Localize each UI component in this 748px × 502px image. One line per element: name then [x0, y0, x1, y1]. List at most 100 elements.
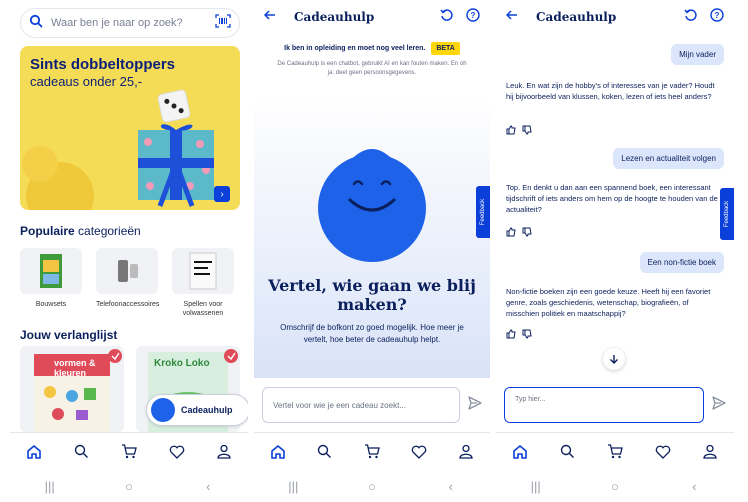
cart-icon[interactable]: [116, 439, 142, 465]
thumbs-up-icon[interactable]: [506, 122, 516, 140]
promo-banner[interactable]: Sints dobbeltoppers cadeaus onder 25,- ›: [20, 46, 240, 210]
search-icon[interactable]: [554, 439, 580, 465]
chat-input-row: Vertel voor wie je een cadeau zoekt...: [262, 386, 482, 424]
user-icon[interactable]: [697, 439, 723, 465]
promo-next-button[interactable]: ›: [214, 186, 230, 202]
back-chevron-icon[interactable]: ‹: [436, 479, 466, 494]
back-arrow-icon[interactable]: [505, 8, 518, 26]
chat-conversation-screen: Cadeauhulp ? Mijn vader Leuk. En wat zij…: [496, 0, 734, 502]
home-circle-icon[interactable]: ○: [357, 479, 387, 494]
cart-icon[interactable]: [602, 439, 628, 465]
help-icon[interactable]: ?: [466, 7, 480, 27]
back-chevron-icon[interactable]: ‹: [193, 479, 223, 494]
thumbs-up-icon[interactable]: [506, 224, 516, 242]
message-feedback: [506, 224, 532, 242]
svg-text:?: ?: [471, 11, 476, 20]
beta-notice: Ik ben in opleiding en moet nog veel ler…: [254, 42, 490, 55]
promo-illustration: [22, 89, 214, 210]
bot-message: Non-fictie boeken zijn een goede keuze. …: [506, 287, 711, 318]
bottom-nav: [10, 432, 248, 470]
search-bar[interactable]: Waar ben je naar op zoek?: [20, 8, 240, 38]
search-icon: [29, 14, 43, 33]
wishlist-item-name: Kroko Loko: [154, 358, 210, 369]
search-input[interactable]: Waar ben je naar op zoek?: [51, 17, 207, 29]
category-image: [172, 248, 234, 294]
hero: Vertel, wie gaan we blij maken? Omschrij…: [254, 96, 490, 378]
recents-icon[interactable]: |||: [521, 479, 551, 494]
recents-icon[interactable]: |||: [35, 479, 65, 494]
category-image: [96, 248, 158, 294]
search-icon[interactable]: [312, 439, 338, 465]
send-icon[interactable]: [468, 395, 482, 415]
cadeauhulp-avatar-icon: [151, 398, 175, 422]
beta-badge: BETA: [431, 42, 460, 55]
bot-message: Top. En denkt u dan aan een spannend boe…: [506, 183, 718, 214]
heart-icon[interactable]: [650, 439, 676, 465]
help-icon[interactable]: ?: [710, 7, 724, 27]
user-icon[interactable]: [211, 439, 237, 465]
bottom-nav: [496, 432, 734, 470]
svg-text:?: ?: [715, 11, 720, 20]
arrow-down-icon: [610, 355, 618, 364]
home-icon[interactable]: [265, 439, 291, 465]
hero-text: Omschrijf de bofkont zo goed mogelijk. H…: [280, 323, 464, 344]
search-icon[interactable]: [68, 439, 94, 465]
feedback-tab[interactable]: Feedback: [720, 188, 734, 240]
thumbs-up-icon[interactable]: [506, 326, 516, 344]
reset-icon[interactable]: [684, 8, 698, 27]
user-message: Een non-fictie boek: [639, 252, 724, 273]
wishlist-item[interactable]: vormen & kleuren: [20, 346, 124, 432]
category-label: Spellen voor volwassenen: [182, 301, 224, 317]
system-nav: ||| ○ ‹: [10, 470, 248, 502]
hero-title: Vertel, wie gaan we blij maken?: [268, 276, 476, 314]
recents-icon[interactable]: |||: [278, 479, 308, 494]
chat-input[interactable]: Typ hier...: [504, 387, 704, 423]
system-nav: ||| ○ ‹: [496, 470, 734, 502]
feedback-tab[interactable]: Feedback: [476, 186, 490, 238]
home-circle-icon[interactable]: ○: [114, 479, 144, 494]
wishlist-title: Jouw verlanglijst: [20, 328, 118, 342]
category-label: Telefoonaccessoires: [96, 301, 160, 308]
barcode-scan-icon[interactable]: [215, 13, 231, 33]
message-feedback: [506, 326, 532, 344]
category-item-spellen-voor-volwassenen[interactable]: Spellen voor volwassenen: [172, 248, 234, 318]
bot-message: Leuk. En wat zijn de hobby's of interess…: [506, 81, 715, 101]
send-icon[interactable]: [712, 395, 726, 415]
cadeauhulp-button[interactable]: Cadeauhulp: [146, 394, 248, 426]
heart-icon[interactable]: [406, 439, 432, 465]
beta-text: Ik ben in opleiding en moet nog veel ler…: [284, 45, 426, 52]
back-chevron-icon[interactable]: ‹: [679, 479, 709, 494]
heart-icon[interactable]: [164, 439, 190, 465]
thumbs-down-icon[interactable]: [522, 224, 532, 242]
thumbs-down-icon[interactable]: [522, 326, 532, 344]
user-message: Lezen en actualiteit volgen: [613, 148, 724, 169]
disclaimer: De Cadeauhulp is een chatbot, gebruikt A…: [277, 61, 467, 76]
scroll-down-button[interactable]: [603, 348, 625, 370]
wishlist-item-name: vormen & kleuren: [54, 358, 96, 378]
thumbs-down-icon[interactable]: [522, 122, 532, 140]
chat-input[interactable]: Vertel voor wie je een cadeau zoekt...: [262, 387, 460, 423]
cadeauhulp-button-label: Cadeauhulp: [181, 405, 233, 415]
screens: Waar ben je naar op zoek? Sints dobbelto…: [0, 0, 748, 502]
cart-icon[interactable]: [359, 439, 385, 465]
message-feedback: [506, 122, 532, 140]
category-image: [20, 248, 82, 294]
category-item-telefoonaccessoires[interactable]: Telefoonaccessoires: [96, 248, 160, 309]
chat-header: Cadeauhulp ?: [496, 0, 734, 34]
mascot-illustration: [318, 149, 426, 262]
category-item-bouwsets[interactable]: Bouwsets: [20, 248, 82, 309]
user-icon[interactable]: [453, 439, 479, 465]
home-circle-icon[interactable]: ○: [600, 479, 630, 494]
reset-icon[interactable]: [440, 8, 454, 27]
chat-header: Cadeauhulp ?: [254, 0, 490, 34]
user-message: Mijn vader: [671, 44, 724, 65]
back-arrow-icon[interactable]: [263, 8, 276, 26]
system-nav: ||| ○ ‹: [254, 470, 490, 502]
home-icon[interactable]: [507, 439, 533, 465]
chat-title: Cadeauhulp: [536, 10, 617, 24]
home-icon[interactable]: [21, 439, 47, 465]
shop-home-screen: Waar ben je naar op zoek? Sints dobbelto…: [10, 0, 248, 502]
category-label: Bouwsets: [35, 301, 67, 308]
bottom-nav: [254, 432, 490, 470]
popular-categories-title: Populaire categorieën: [20, 224, 141, 238]
